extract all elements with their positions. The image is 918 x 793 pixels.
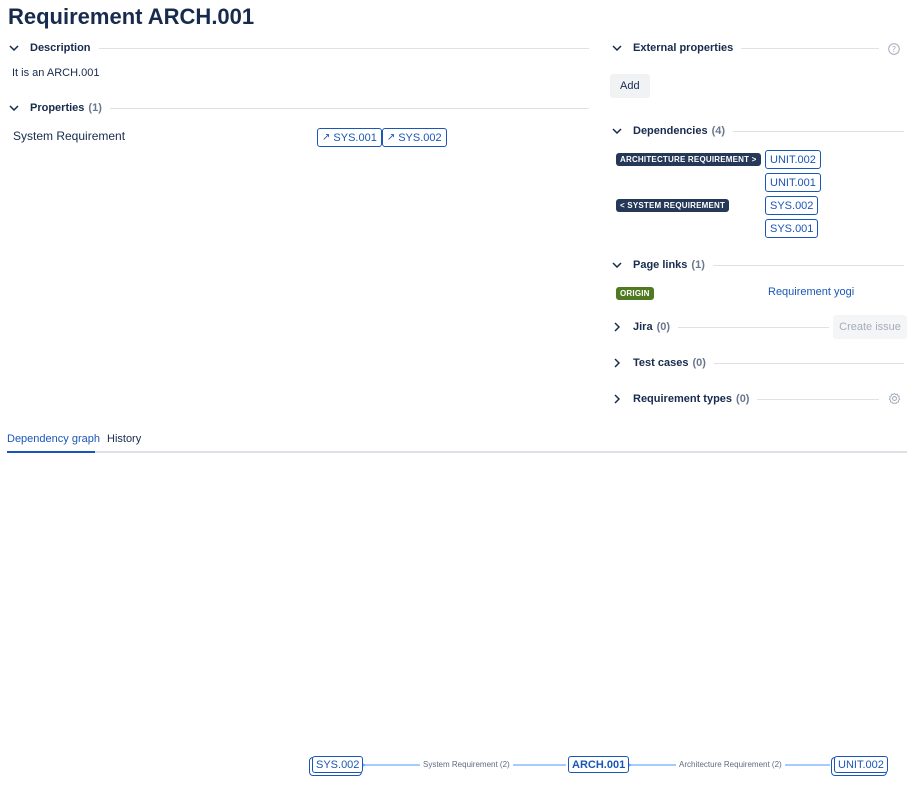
graph-node[interactable]: SYS.002 [312,756,364,773]
graph-edges [0,0,830,793]
graph-edge-label: Architecture Requirement (2) [676,760,785,769]
graph-node-current[interactable]: ARCH.001 [568,756,630,773]
graph-edge-label: System Requirement (2) [420,760,513,769]
graph-node[interactable]: UNIT.002 [834,756,888,773]
